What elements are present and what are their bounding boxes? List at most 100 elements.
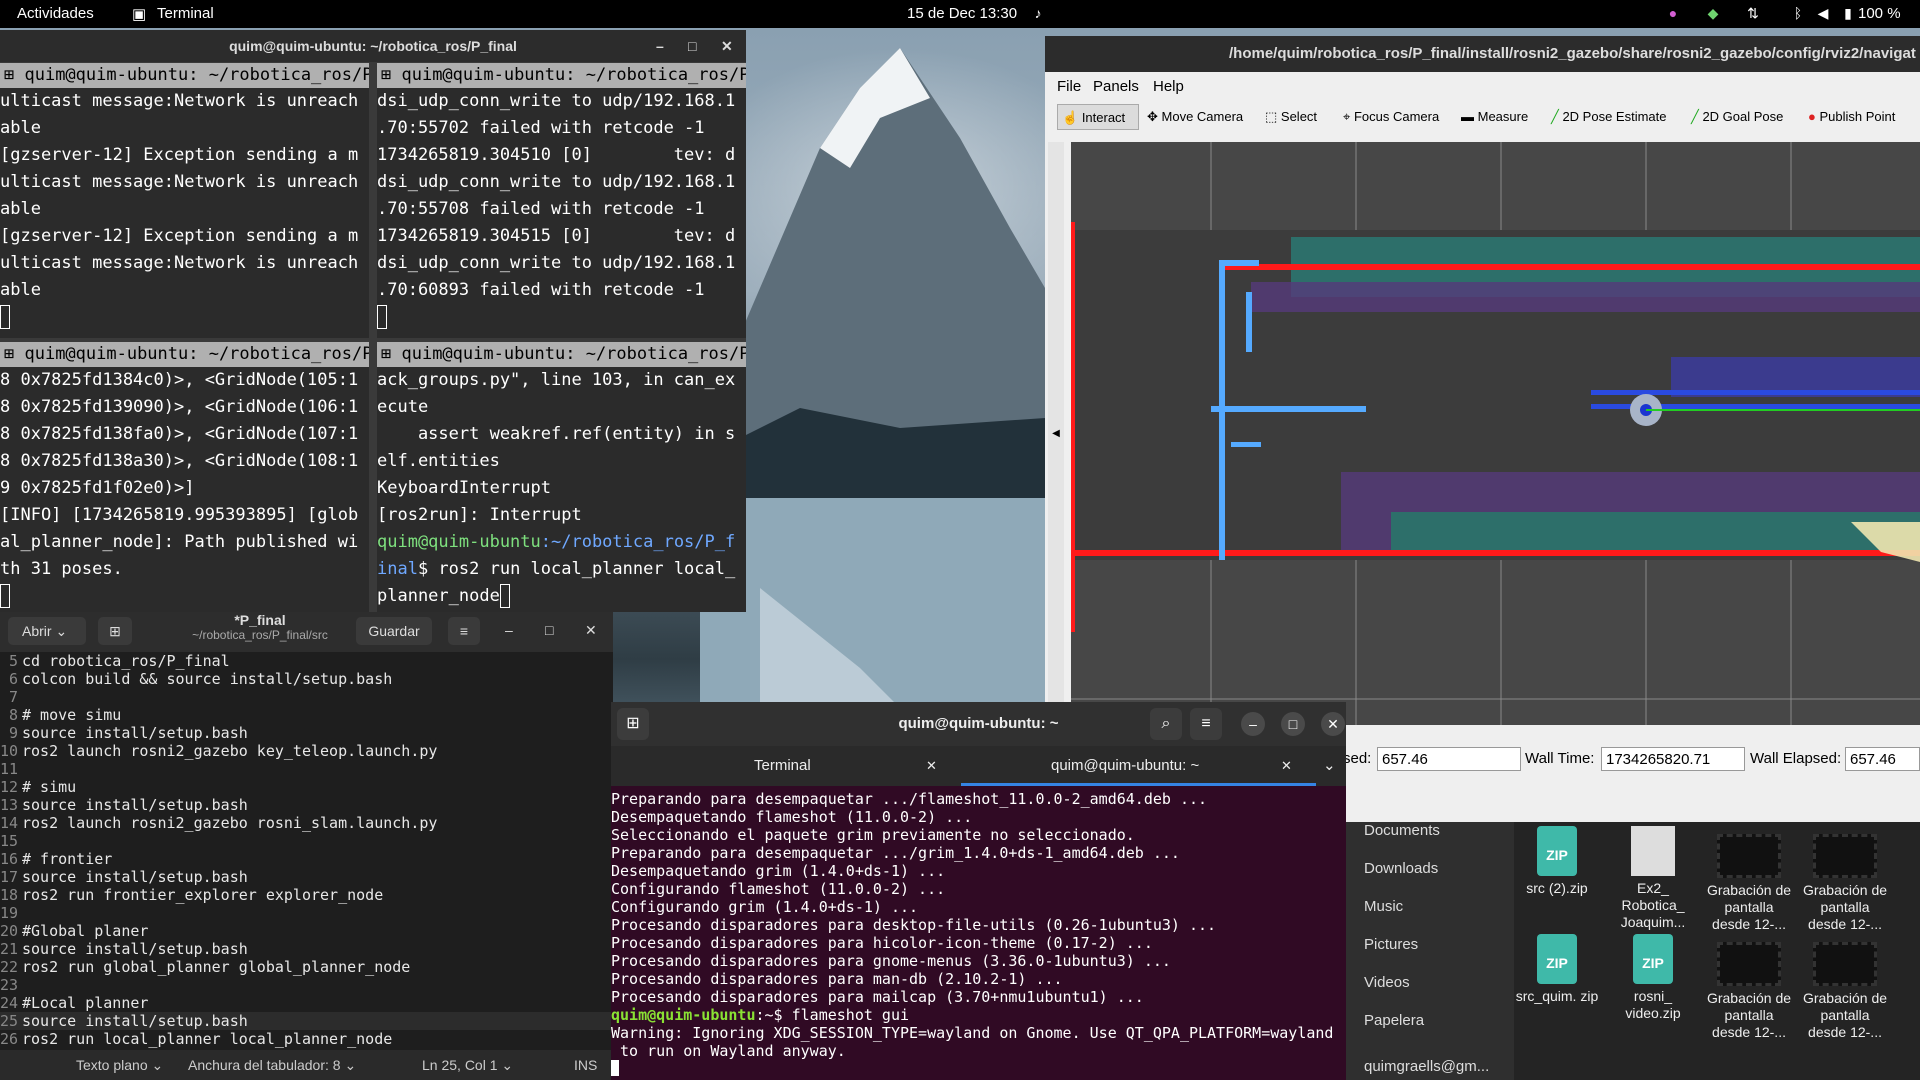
hamburger-menu-icon[interactable]: ≡ bbox=[1190, 708, 1222, 740]
language-selector[interactable]: Texto plano ⌄ bbox=[76, 1057, 163, 1074]
tab-terminal[interactable]: Terminal ✕ bbox=[611, 746, 961, 786]
activities-button[interactable]: Actividades bbox=[17, 5, 94, 22]
terminal-pane-top-right[interactable]: ⊞ quim@quim-ubuntu: ~/robotica_ros/P dsi… bbox=[377, 63, 746, 338]
editor-headerbar[interactable]: Abrir ⌄ ⊞ *P_final ~/robotica_ros/P_fina… bbox=[0, 612, 613, 652]
collapse-panel-handle[interactable]: ◀ bbox=[1048, 142, 1064, 725]
code-line[interactable]: 24 #Local planner bbox=[0, 994, 613, 1012]
code-line[interactable]: 15 bbox=[0, 832, 613, 850]
close-icon[interactable]: ✕ bbox=[585, 622, 597, 639]
sidebar-item-videos[interactable]: Videos bbox=[1364, 974, 1410, 991]
menu-help[interactable]: Help bbox=[1153, 78, 1184, 95]
tool-move-camera[interactable]: ✥ Move Camera bbox=[1147, 104, 1243, 130]
file-item[interactable]: Ex2_ Robotica_ Joaquim... bbox=[1610, 826, 1696, 931]
shield-icon[interactable]: ◆ bbox=[1705, 5, 1721, 21]
cursor-position[interactable]: Ln 25, Col 1 ⌄ bbox=[422, 1057, 513, 1074]
new-tab-icon[interactable]: ⊞ bbox=[98, 617, 132, 645]
search-icon[interactable]: ⌕ bbox=[1150, 708, 1182, 740]
file-item[interactable]: Grabación de pantalla desde 12-... bbox=[1706, 834, 1792, 933]
code-line[interactable]: 16 # frontier bbox=[0, 850, 613, 868]
tool-focus-camera[interactable]: ⌖ Focus Camera bbox=[1343, 104, 1439, 130]
new-tab-icon[interactable]: ⊞ bbox=[617, 708, 649, 740]
pane-header[interactable]: ⊞ quim@quim-ubuntu: ~/robotica_ros/P bbox=[377, 342, 746, 367]
code-line[interactable]: 9 source install/setup.bash bbox=[0, 724, 613, 742]
tab-list-chevron-icon[interactable]: ⌄ bbox=[1323, 756, 1336, 774]
volume-icon[interactable]: ◀ bbox=[1815, 5, 1831, 21]
rviz-titlebar[interactable]: /home/quim/robotica_ros/P_final/install/… bbox=[1045, 36, 1920, 72]
code-line[interactable]: 26 ros2 run local_planner local_planner_n… bbox=[0, 1030, 613, 1048]
wall-time-field[interactable] bbox=[1601, 747, 1745, 771]
battery-icon[interactable]: ▮ bbox=[1840, 5, 1856, 21]
bluetooth-icon[interactable]: ᛒ bbox=[1790, 5, 1806, 21]
gterm-headerbar[interactable]: ⊞ quim@quim-ubuntu: ~ ⌕ ≡ – □ ✕ bbox=[611, 702, 1346, 746]
close-tab-icon[interactable]: ✕ bbox=[926, 746, 937, 786]
close-icon[interactable]: ✕ bbox=[721, 30, 733, 62]
sidebar-item-account[interactable]: quimgraells@gm... bbox=[1364, 1058, 1489, 1075]
file-item[interactable]: ZIP rosni_ video.zip bbox=[1610, 934, 1696, 1022]
hamburger-menu-icon[interactable]: ≡ bbox=[448, 617, 480, 645]
tool-2d-pose-estimate[interactable]: ╱ 2D Pose Estimate bbox=[1551, 104, 1667, 130]
terminator-titlebar[interactable]: quim@quim-ubuntu: ~/robotica_ros/P_final… bbox=[0, 30, 746, 62]
menu-panels[interactable]: Panels bbox=[1093, 78, 1139, 95]
code-line[interactable]: 13 source install/setup.bash bbox=[0, 796, 613, 814]
tool-select[interactable]: ⬚ Select bbox=[1265, 104, 1317, 130]
sidebar-item-pictures[interactable]: Pictures bbox=[1364, 936, 1418, 953]
maximize-icon[interactable]: □ bbox=[1281, 712, 1305, 736]
terminal-pane-top-left[interactable]: ⊞ quim@quim-ubuntu: ~/robotica_ros/P ult… bbox=[0, 63, 369, 338]
code-line[interactable]: 23 bbox=[0, 976, 613, 994]
close-tab-icon[interactable]: ✕ bbox=[1281, 746, 1292, 786]
code-line[interactable]: 25 source install/setup.bash bbox=[0, 1012, 613, 1030]
code-line[interactable]: 18 ros2 run frontier_explorer explorer_no… bbox=[0, 886, 613, 904]
minimize-icon[interactable]: – bbox=[656, 30, 664, 62]
file-item[interactable]: ZIP src_quim. zip bbox=[1514, 934, 1600, 1005]
network-icon[interactable]: ⇅ bbox=[1745, 5, 1761, 21]
minimize-icon[interactable]: – bbox=[1241, 712, 1265, 736]
save-button[interactable]: Guardar bbox=[356, 617, 432, 645]
wall-elapsed-field[interactable] bbox=[1845, 747, 1920, 771]
elapsed-field[interactable] bbox=[1377, 747, 1521, 771]
editor-text-area[interactable]: 5 cd robotica_ros/P_final 6 colcon build &&… bbox=[0, 652, 613, 1050]
menu-file[interactable]: File bbox=[1057, 78, 1081, 95]
close-icon[interactable]: ✕ bbox=[1321, 712, 1345, 736]
app-menu-label[interactable]: Terminal bbox=[157, 5, 214, 22]
pane-header[interactable]: ⊞ quim@quim-ubuntu: ~/robotica_ros/P bbox=[377, 63, 746, 88]
file-item[interactable]: Grabación de pantalla desde 12-... bbox=[1802, 942, 1888, 1041]
terminal-app-icon[interactable]: ▣ bbox=[132, 5, 146, 23]
tool-measure[interactable]: ▬ Measure bbox=[1461, 104, 1528, 130]
code-line[interactable]: 17 source install/setup.bash bbox=[0, 868, 613, 886]
tab-width-selector[interactable]: Anchura del tabulador: 8 ⌄ bbox=[188, 1057, 356, 1074]
terminal-pane-bottom-left[interactable]: ⊞ quim@quim-ubuntu: ~/robotica_ros/P 8 0… bbox=[0, 342, 369, 612]
code-line[interactable]: 14 ros2 launch rosni2_gazebo rosni_slam.l… bbox=[0, 814, 613, 832]
tool-interact[interactable]: ☝ Interact bbox=[1057, 104, 1139, 130]
code-line[interactable]: 19 bbox=[0, 904, 613, 922]
code-line[interactable]: 11 bbox=[0, 760, 613, 778]
pane-header[interactable]: ⊞ quim@quim-ubuntu: ~/robotica_ros/P bbox=[0, 63, 369, 88]
code-line[interactable]: 5 cd robotica_ros/P_final bbox=[0, 652, 613, 670]
terminal-pane-bottom-right[interactable]: ⊞ quim@quim-ubuntu: ~/robotica_ros/P ack… bbox=[377, 342, 746, 612]
maximize-icon[interactable]: □ bbox=[688, 30, 696, 62]
sidebar-item-music[interactable]: Music bbox=[1364, 898, 1403, 915]
clock[interactable]: 15 de Dec 13:30 bbox=[907, 5, 1017, 22]
sidebar-item-trash[interactable]: Papelera bbox=[1364, 1012, 1424, 1029]
code-line[interactable]: 6 colcon build && source install/setup.ba… bbox=[0, 670, 613, 688]
tab-active[interactable]: quim@quim-ubuntu: ~ ✕ bbox=[961, 746, 1316, 786]
sidebar-item-documents[interactable]: Documents bbox=[1364, 822, 1440, 839]
code-line[interactable]: 21 source install/setup.bash bbox=[0, 940, 613, 958]
tool-2d-goal-pose[interactable]: ╱ 2D Goal Pose bbox=[1691, 104, 1783, 130]
file-item[interactable]: Grabación de pantalla desde 12-... bbox=[1802, 834, 1888, 933]
file-item[interactable]: Grabación de pantalla desde 12-... bbox=[1706, 942, 1792, 1041]
open-button[interactable]: Abrir ⌄ bbox=[8, 617, 86, 645]
code-line[interactable]: 20 #Global planer bbox=[0, 922, 613, 940]
gterm-output[interactable]: Preparando para desempaquetar .../flames… bbox=[611, 790, 1346, 1080]
file-item[interactable]: ZIP src (2).zip bbox=[1514, 826, 1600, 897]
code-line[interactable]: 7 bbox=[0, 688, 613, 706]
code-line[interactable]: 10 ros2 launch rosni2_gazebo key_teleop.l… bbox=[0, 742, 613, 760]
firefox-tray-icon[interactable]: ● bbox=[1665, 5, 1681, 21]
minimize-icon[interactable]: – bbox=[505, 622, 513, 638]
rviz-3d-viewport[interactable] bbox=[1071, 142, 1920, 725]
sidebar-item-downloads[interactable]: Downloads bbox=[1364, 860, 1438, 877]
code-line[interactable]: 8 # move simu bbox=[0, 706, 613, 724]
occupancy-map[interactable] bbox=[1071, 142, 1920, 725]
tool-publish-point[interactable]: ● Publish Point bbox=[1808, 104, 1895, 130]
pane-header[interactable]: ⊞ quim@quim-ubuntu: ~/robotica_ros/P bbox=[0, 342, 369, 367]
maximize-icon[interactable]: □ bbox=[545, 622, 553, 638]
